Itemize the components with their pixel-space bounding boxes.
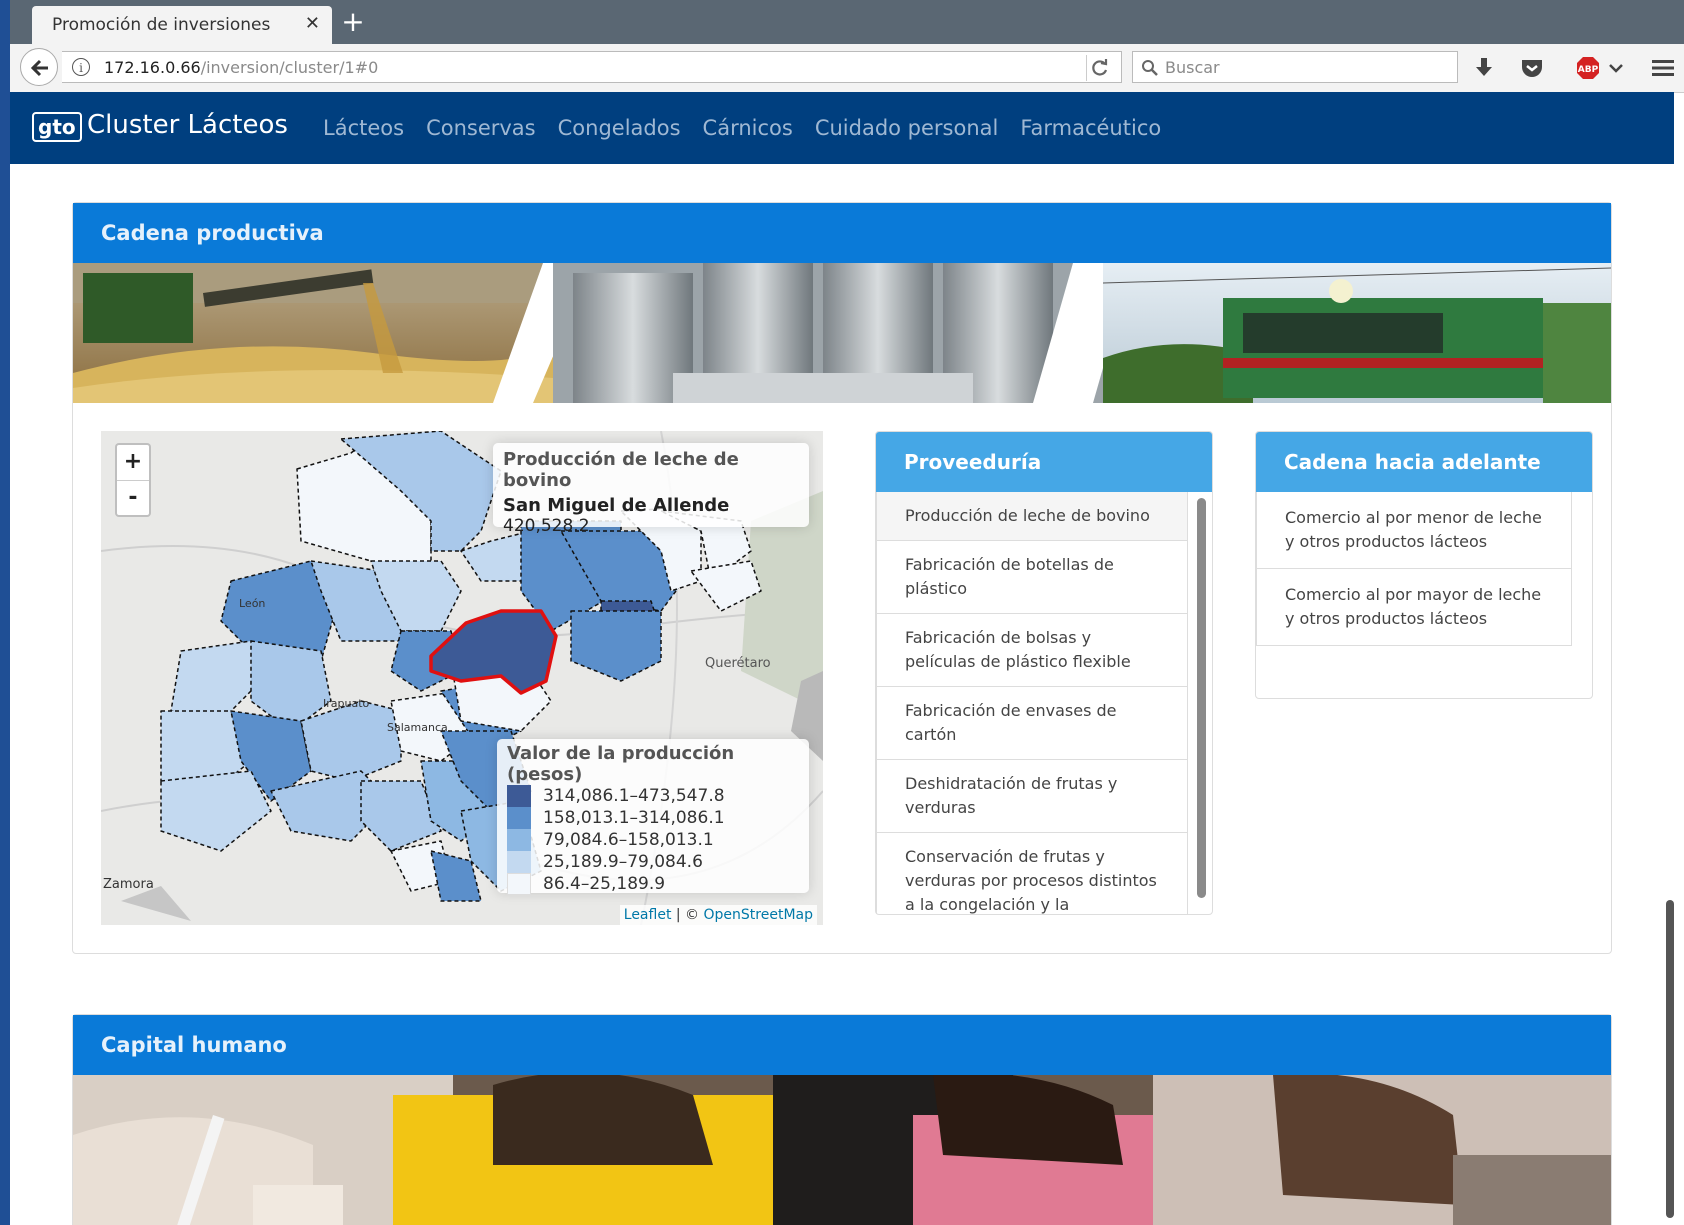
- legend-row: 86.4–25,189.9: [507, 873, 799, 895]
- browser-window: Promoción de inversiones ✕ + i 172.16.0.…: [10, 0, 1684, 1225]
- chevron-down-icon[interactable]: [1606, 54, 1634, 82]
- screen: Promoción de inversiones ✕ + i 172.16.0.…: [0, 0, 1684, 1225]
- legend-row: 314,086.1–473,547.8: [507, 785, 799, 807]
- legend-label: 25,189.9–79,084.6: [543, 852, 703, 872]
- reload-icon[interactable]: [1086, 55, 1113, 81]
- proveeduria-panel: Proveeduría Producción de leche de bovin…: [875, 431, 1213, 915]
- legend-label: 79,084.6–158,013.1: [543, 830, 714, 850]
- url-text: 172.16.0.66/inversion/cluster/1#0: [104, 58, 378, 77]
- legend-label: 158,013.1–314,086.1: [543, 808, 725, 828]
- back-arrow-icon: [30, 59, 48, 77]
- menu-item-conservas[interactable]: Conservas: [426, 116, 536, 140]
- page-content: Cadena productiva León Irapuato Salamanc…: [10, 164, 1674, 1225]
- back-button[interactable]: [20, 48, 58, 86]
- attribution-separator: | ©: [675, 907, 700, 923]
- list-item[interactable]: Producción de leche de bovino: [876, 492, 1188, 541]
- map-label-irapuato: Irapuato: [323, 697, 370, 710]
- proveeduria-scrollbar[interactable]: [1197, 498, 1206, 898]
- list-item[interactable]: Comercio al por mayor de leche y otros p…: [1256, 569, 1572, 646]
- panel-title: Capital humano: [73, 1015, 1611, 1075]
- legend-swatch: [507, 807, 531, 829]
- tab-title: Promoción de inversiones: [52, 15, 271, 35]
- navigation-toolbar: i 172.16.0.66/inversion/cluster/1#0 Busc…: [10, 44, 1684, 93]
- info-title: Producción de leche de bovino: [503, 449, 739, 491]
- brand-logo[interactable]: gto: [32, 112, 82, 142]
- panel-title: Cadena productiva: [73, 203, 1611, 263]
- url-host: 172.16.0.66: [104, 58, 201, 77]
- legend-swatch: [507, 851, 531, 873]
- map-label-salamanca: Salamanca: [387, 721, 448, 734]
- legend-swatch: [507, 829, 531, 851]
- cadena-adelante-list[interactable]: Comercio al por menor de leche y otros p…: [1256, 492, 1592, 646]
- info-municipality: San Miguel de Allende: [503, 495, 730, 516]
- adblock-label: ABP: [1578, 65, 1599, 75]
- legend-swatch: [507, 873, 531, 895]
- cadena-banner-image: [73, 263, 1611, 403]
- adblock-icon[interactable]: ABP: [1574, 54, 1602, 82]
- map-attribution: Leaflet | © OpenStreetMap: [619, 905, 817, 925]
- legend-title: Valor de la producción (pesos): [507, 743, 735, 785]
- download-icon[interactable]: [1470, 54, 1498, 82]
- zoom-control: + -: [115, 443, 151, 517]
- cadena-adelante-panel: Cadena hacia adelante Comercio al por me…: [1255, 431, 1593, 699]
- search-placeholder: Buscar: [1165, 58, 1220, 77]
- site-info-icon[interactable]: i: [72, 58, 90, 76]
- map-label-queretaro: Querétaro: [705, 656, 771, 671]
- list-item[interactable]: Fabricación de botellas de plástico: [876, 541, 1188, 614]
- capital-banner-image: [73, 1075, 1611, 1225]
- production-map[interactable]: León Irapuato Salamanca Querétaro Zamora…: [101, 431, 823, 925]
- map-legend: Valor de la producción (pesos) 314,086.1…: [497, 739, 809, 895]
- list-item[interactable]: Fabricación de bolsas y películas de plá…: [876, 614, 1188, 687]
- legend-row: 25,189.9–79,084.6: [507, 851, 799, 873]
- openstreetmap-link[interactable]: OpenStreetMap: [704, 907, 813, 923]
- legend-swatch: [507, 785, 531, 807]
- proveeduria-list[interactable]: Producción de leche de bovino Fabricació…: [876, 492, 1212, 914]
- map-label-zamora: Zamora: [103, 877, 154, 892]
- zoom-in-button[interactable]: +: [117, 445, 149, 481]
- legend-row: 158,013.1–314,086.1: [507, 807, 799, 829]
- cadena-productiva-panel: Cadena productiva León Irapuato Salamanc…: [72, 202, 1612, 954]
- legend-row: 79,084.6–158,013.1: [507, 829, 799, 851]
- capital-humano-panel: Capital humano: [72, 1014, 1612, 1225]
- brand-name[interactable]: Cluster Lácteos: [87, 110, 288, 140]
- menu-item-carnicos[interactable]: Cárnicos: [703, 116, 793, 140]
- new-tab-icon[interactable]: +: [336, 5, 370, 39]
- map-label-leon: León: [239, 597, 265, 610]
- list-item[interactable]: Deshidratación de frutas y verduras: [876, 760, 1188, 833]
- search-icon: [1142, 60, 1158, 76]
- page-scrollbar[interactable]: [1666, 900, 1674, 1218]
- app-menu: Lácteos Conservas Congelados Cárnicos Cu…: [323, 116, 1183, 140]
- menu-item-congelados[interactable]: Congelados: [558, 116, 681, 140]
- cadena-adelante-title: Cadena hacia adelante: [1256, 432, 1592, 492]
- tab-bar: Promoción de inversiones ✕ +: [10, 0, 1684, 44]
- legend-label: 86.4–25,189.9: [543, 874, 666, 894]
- hamburger-menu-icon[interactable]: [1650, 54, 1678, 82]
- zoom-out-button[interactable]: -: [117, 481, 149, 516]
- url-bar[interactable]: i 172.16.0.66/inversion/cluster/1#0: [62, 51, 1122, 83]
- app-navbar: gto Cluster Lácteos Lácteos Conservas Co…: [10, 92, 1674, 164]
- proveeduria-title: Proveeduría: [876, 432, 1212, 492]
- search-bar[interactable]: Buscar: [1132, 51, 1458, 83]
- legend-label: 314,086.1–473,547.8: [543, 786, 725, 806]
- browser-tab[interactable]: Promoción de inversiones ✕: [32, 6, 332, 44]
- list-item[interactable]: Fabricación de envases de cartón: [876, 687, 1188, 760]
- list-item[interactable]: Conservación de frutas y verduras por pr…: [876, 833, 1188, 914]
- menu-item-farmaceutico[interactable]: Farmacéutico: [1020, 116, 1161, 140]
- map-info-box: Producción de leche de bovino San Miguel…: [493, 443, 809, 536]
- pocket-icon[interactable]: [1518, 54, 1546, 82]
- info-value: 420,528.2: [503, 516, 590, 536]
- leaflet-link[interactable]: Leaflet: [624, 907, 672, 923]
- list-item[interactable]: Comercio al por menor de leche y otros p…: [1256, 492, 1572, 569]
- menu-item-cuidado-personal[interactable]: Cuidado personal: [815, 116, 999, 140]
- url-path: /inversion/cluster/1#0: [200, 58, 379, 77]
- tab-close-icon[interactable]: ✕: [305, 13, 320, 34]
- menu-item-lacteos[interactable]: Lácteos: [323, 116, 404, 140]
